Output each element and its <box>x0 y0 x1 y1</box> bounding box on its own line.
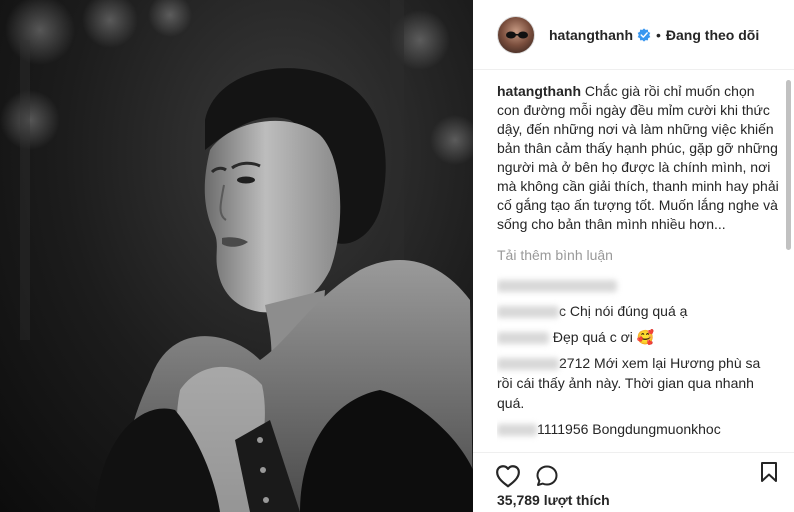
caption-username[interactable]: hatangthanh <box>497 83 581 99</box>
blurred-username <box>497 424 537 437</box>
comment-item: 2712 Mới xem lại Hương phù sa rồi cái th… <box>497 353 779 413</box>
sunglasses-icon <box>506 31 528 38</box>
comment-item <box>497 275 779 295</box>
post-caption: hatangthanh Chắc già rồi chỉ muốn chọn c… <box>497 82 779 234</box>
load-more-comments-link[interactable]: Tải thêm bình luận <box>497 246 779 265</box>
comment-username-fragment: 1111956 <box>537 421 589 437</box>
verified-badge-icon <box>637 27 651 42</box>
blurred-username <box>497 332 549 345</box>
comment-item: c Chị nói đúng quá ạ <box>497 301 779 321</box>
avatar[interactable] <box>497 15 535 54</box>
header-separator: • <box>656 26 661 43</box>
comment-username-fragment: 2712 <box>559 355 591 371</box>
header-username[interactable]: hatangthanh <box>549 27 633 43</box>
comment-item: 1111956 Bongdungmuonkhoc <box>497 419 779 439</box>
comment-text: Chị nói đúng quá ạ <box>569 303 688 319</box>
blurred-username <box>497 358 559 371</box>
bookmark-icon[interactable] <box>760 461 778 483</box>
caption-text: Chắc già rồi chỉ muốn chọn con đường mỗi… <box>497 83 779 232</box>
comment-username-fragment: c <box>559 303 566 319</box>
post-side-panel: hatangthanh • Đang theo dõi hatangthanh … <box>473 0 794 512</box>
blurred-username <box>497 280 617 293</box>
comment-text: Đẹp quá c ơi 🥰 <box>552 329 655 345</box>
following-button[interactable]: Đang theo dõi <box>666 27 759 43</box>
heart-icon[interactable] <box>495 464 521 488</box>
post-header: hatangthanh • Đang theo dõi <box>473 0 794 70</box>
comment-item: Đẹp quá c ơi 🥰 <box>497 327 779 347</box>
portrait-image <box>0 0 473 512</box>
blurred-username <box>497 306 559 319</box>
comment-text: Bongdungmuonkhoc <box>592 421 721 437</box>
comment-icon[interactable] <box>535 464 559 488</box>
comments-scrollbar[interactable] <box>786 80 791 250</box>
action-bar <box>473 452 794 490</box>
comments-list[interactable]: hatangthanh Chắc già rồi chỉ muốn chọn c… <box>497 82 779 454</box>
post-photo[interactable] <box>0 0 473 512</box>
likes-count[interactable]: 35,789 lượt thích <box>497 492 610 508</box>
